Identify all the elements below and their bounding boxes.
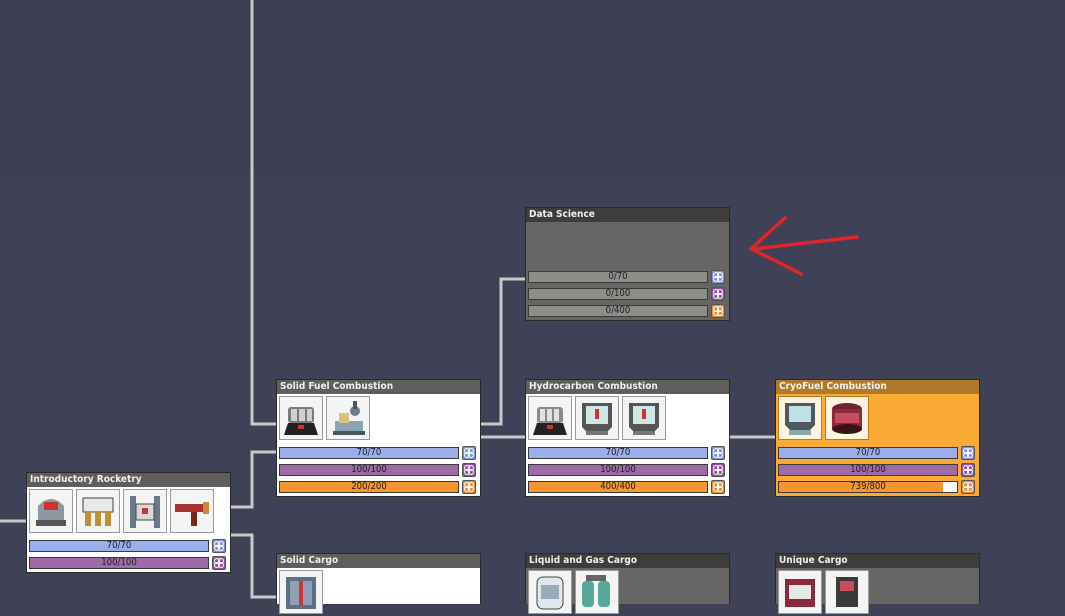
basic-research-icon [462,446,476,460]
liquid-fuel-tank-icon[interactable] [825,396,869,440]
tech-node-cryofuel-combustion[interactable]: CryoFuel Combustion 70/70 100/100 739/80… [775,379,980,497]
interstellar-research-icon [462,480,476,494]
advanced-research-icon [711,287,725,301]
basic-research-bar: 70/70 [279,447,459,459]
tech-node-data-science[interactable]: Data Science 0/70 0/100 0/400 [525,207,730,321]
advanced-research-bar: 100/100 [29,557,209,569]
critter-cargo-bay-icon[interactable] [778,570,822,614]
interstellar-research-icon [961,480,975,494]
basic-research-icon [212,539,226,553]
cargo-bay-icon[interactable] [279,570,323,614]
interstellar-research-bar: 200/200 [279,481,459,493]
advanced-research-bar: 100/100 [778,464,958,476]
node-title: Solid Fuel Combustion [277,380,480,394]
node-title: CryoFuel Combustion [776,380,979,394]
oxylite-refinery-icon[interactable] [326,396,370,440]
interstellar-research-bar: 0/400 [528,305,708,317]
node-title: Introductory Rocketry [27,473,230,487]
advanced-research-icon [711,463,725,477]
oxidizer-tank-icon[interactable] [622,396,666,440]
petroleum-engine-icon[interactable] [528,396,572,440]
tech-node-solid-fuel-combustion[interactable]: Solid Fuel Combustion 70/70 100/100 200/… [276,379,481,497]
node-title: Liquid and Gas Cargo [526,554,729,568]
advanced-research-icon [212,556,226,570]
hydrogen-engine-icon[interactable] [778,396,822,440]
fuel-tank-icon[interactable] [575,396,619,440]
basic-research-bar: 0/70 [528,271,708,283]
advanced-research-bar: 100/100 [279,464,459,476]
tech-node-unique-cargo[interactable]: Unique Cargo [775,553,980,614]
interstellar-research-icon [711,304,725,318]
tech-node-solid-cargo[interactable]: Solid Cargo [276,553,481,614]
annotation-arrow [749,216,859,276]
tech-node-liquid-and-gas-cargo[interactable]: Liquid and Gas Cargo [525,553,730,614]
basic-research-icon [711,270,725,284]
launch-platform-icon[interactable] [170,489,214,533]
node-title: Unique Cargo [776,554,979,568]
advanced-research-bar: 0/100 [528,288,708,300]
advanced-research-icon [462,463,476,477]
advanced-research-icon [961,463,975,477]
tech-node-introductory-rocketry[interactable]: Introductory Rocketry 70/70 100/100 [26,472,231,573]
tech-node-hydrocarbon-combustion[interactable]: Hydrocarbon Combustion 70/70 100/100 400… [525,379,730,497]
command-capsule-icon[interactable] [29,489,73,533]
basic-research-bar: 70/70 [528,447,708,459]
basic-research-bar: 70/70 [778,447,958,459]
interstellar-research-bar: 739/800 [778,481,958,493]
steam-engine-icon[interactable] [76,489,120,533]
basic-research-icon [711,446,725,460]
solid-fuel-thruster-icon[interactable] [279,396,323,440]
interstellar-research-icon [711,480,725,494]
advanced-research-bar: 100/100 [528,464,708,476]
basic-research-icon [961,446,975,460]
biological-cargo-bay-icon[interactable] [825,570,869,614]
interstellar-research-bar: 400/400 [528,481,708,493]
gas-cargo-canister-icon[interactable] [575,570,619,614]
liquid-cargo-tank-icon[interactable] [528,570,572,614]
basic-research-bar: 70/70 [29,540,209,552]
node-title: Data Science [526,208,729,222]
gantry-icon[interactable] [123,489,167,533]
node-title: Solid Cargo [277,554,480,568]
node-title: Hydrocarbon Combustion [526,380,729,394]
